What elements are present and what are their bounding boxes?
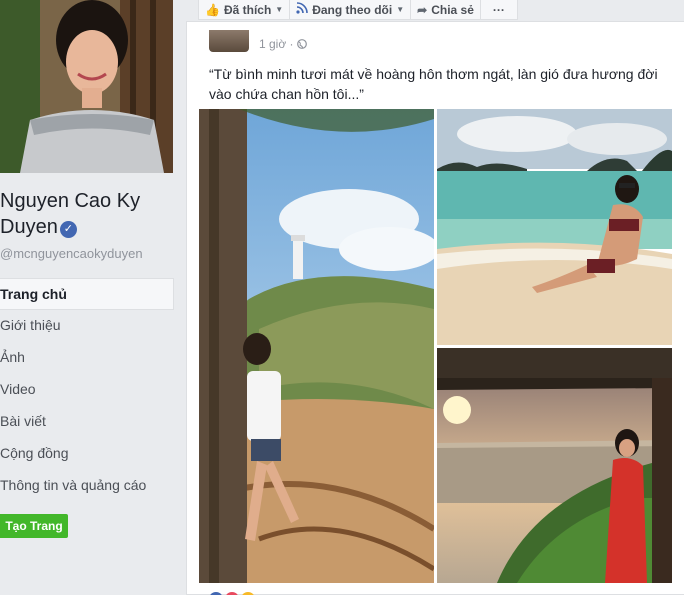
nav-item-community[interactable]: Cộng đồng xyxy=(0,438,174,470)
thumbs-up-icon: 👍 xyxy=(205,2,220,17)
page-title[interactable]: Nguyen Cao Ky Duyen ✓ xyxy=(0,188,175,240)
liked-button[interactable]: 👍 Đã thích ▼ xyxy=(199,0,291,19)
nav-item-about[interactable]: Giới thiệu xyxy=(0,310,174,342)
page-handle[interactable]: @mcnguyencaokyduyen xyxy=(0,246,143,261)
chevron-down-icon: ▼ xyxy=(396,4,405,14)
profile-photo[interactable] xyxy=(0,0,173,173)
verified-badge-icon: ✓ xyxy=(59,221,77,238)
rss-icon xyxy=(296,1,309,18)
liked-label: Đã thích xyxy=(223,2,272,17)
page-title-line2: Duyen xyxy=(0,216,58,238)
globe-icon xyxy=(296,37,307,51)
page-nav: Trang chủ Giới thiệu Ảnh Video Bài viết … xyxy=(0,278,174,502)
following-label: Đang theo dõi xyxy=(312,2,393,17)
post-card: 1 giờ · “Từ bình minh tươi mát về hoàng … xyxy=(186,21,684,595)
more-dots-icon: ··· xyxy=(492,2,505,17)
nav-item-posts[interactable]: Bài viết xyxy=(0,406,174,438)
following-button[interactable]: Đang theo dõi ▼ xyxy=(290,0,412,19)
create-page-button[interactable]: Tạo Trang xyxy=(0,514,68,538)
post-photo-sunset[interactable] xyxy=(437,348,672,583)
post-photo-lighthouse[interactable] xyxy=(199,109,434,583)
post-timestamp[interactable]: 1 giờ · xyxy=(259,37,307,51)
nav-item-info-and-ads[interactable]: Thông tin và quảng cáo xyxy=(0,470,174,502)
nav-item-videos[interactable]: Video xyxy=(0,374,174,406)
post-photo-beach[interactable] xyxy=(437,109,672,345)
page-sidebar: Nguyen Cao Ky Duyen ✓ @mcnguyencaokyduyen… xyxy=(0,0,185,595)
post-author-avatar[interactable] xyxy=(209,30,249,52)
post-text: “Từ bình minh tươi mát về hoàng hôn thơm… xyxy=(209,66,658,102)
share-arrow-icon: ➦ xyxy=(417,2,428,17)
nav-item-home[interactable]: Trang chủ xyxy=(0,278,174,310)
page-action-bar: 👍 Đã thích ▼ Đang theo dõi ▼ ➦ Chia sẻ ·… xyxy=(198,0,518,20)
nav-item-photos[interactable]: Ảnh xyxy=(0,342,174,374)
share-label: Chia sẻ xyxy=(431,2,474,17)
share-button[interactable]: ➦ Chia sẻ xyxy=(411,0,481,19)
chevron-down-icon: ▼ xyxy=(275,4,284,14)
more-options-button[interactable]: ··· xyxy=(481,0,517,19)
page-title-line1: Nguyen Cao Ky xyxy=(0,190,141,212)
